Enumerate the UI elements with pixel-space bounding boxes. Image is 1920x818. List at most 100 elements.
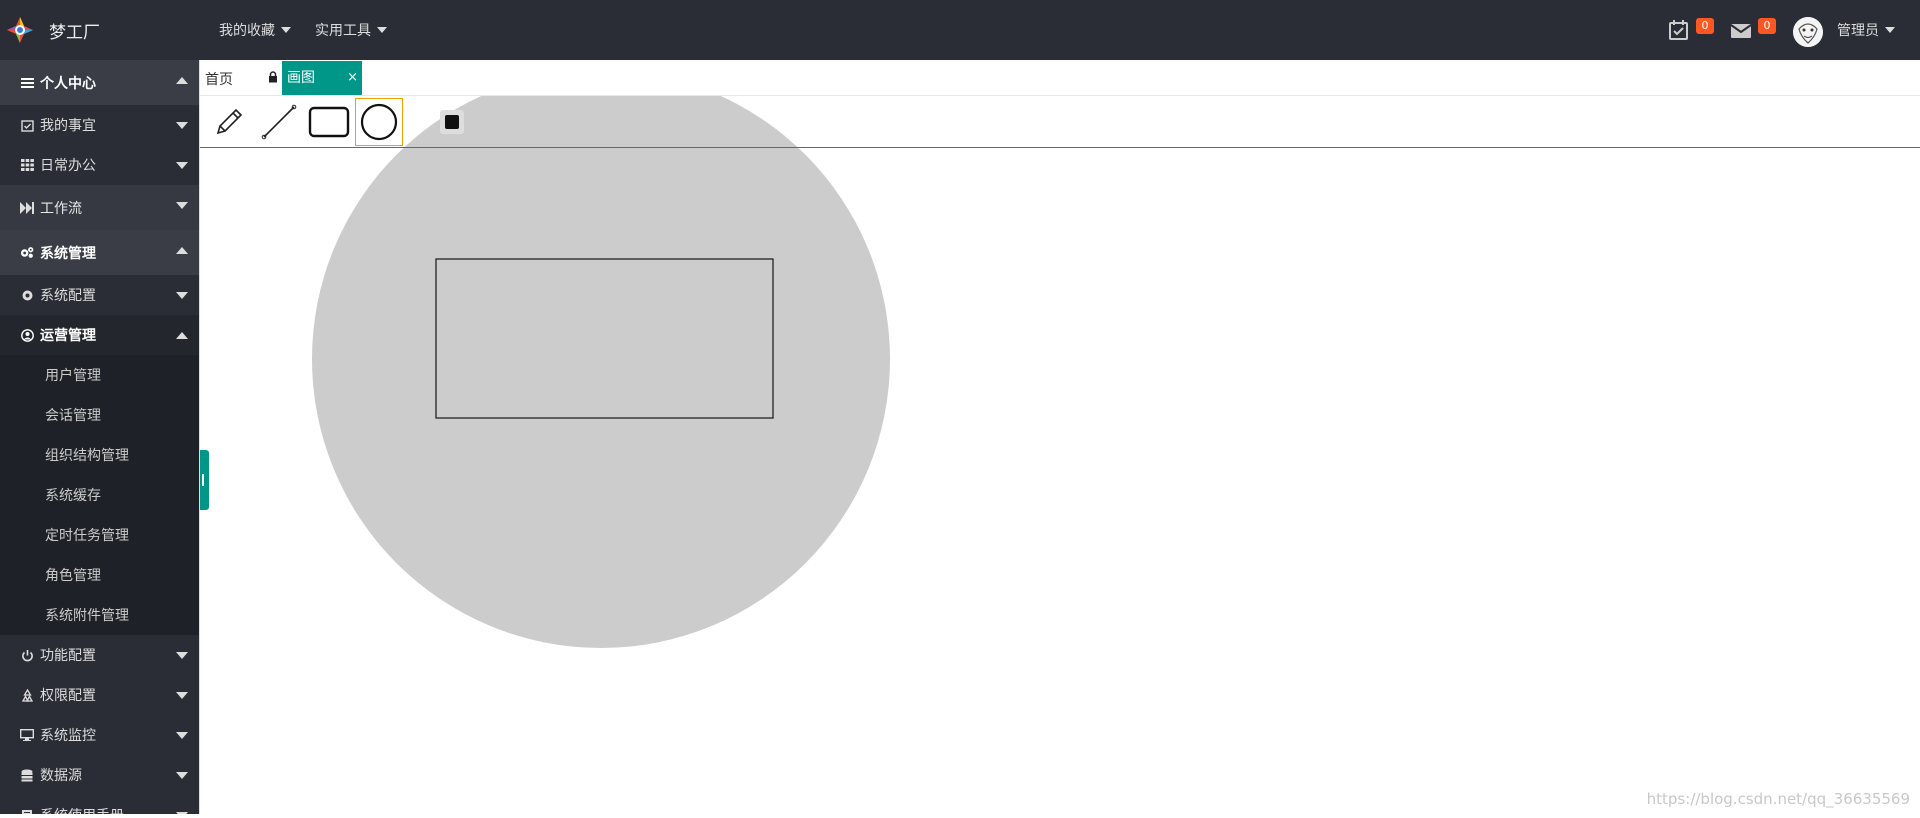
sidebar-item-label: 系统配置 [40,285,96,305]
user-circle-icon [20,328,34,342]
pencil-icon [212,105,246,139]
pencil-tool-button[interactable] [205,98,253,146]
rectangle-tool-button[interactable] [305,98,353,146]
sidebar-item-daily-office[interactable]: 日常办公 [0,145,200,185]
topnav-favorites-label: 我的收藏 [219,20,275,40]
sidebar-item-org-management[interactable]: 组织结构管理 [0,435,200,475]
avatar[interactable] [1793,17,1823,47]
top-header: 梦工厂 我的收藏 实用工具 0 0 管理员 [0,0,1920,60]
sidebar-item-datasource[interactable]: 数据源 [0,755,200,795]
sidebar-item-function-config[interactable]: 功能配置 [0,635,200,675]
tab-bar: 首页 画图 × [200,60,1920,96]
sidebar-item-session-management[interactable]: 会话管理 [0,395,200,435]
todo-badge: 0 [1696,18,1714,34]
circle-tool-button[interactable] [355,98,403,146]
sidebar-item-label: 日常办公 [40,155,96,175]
sidebar-item-label: 系统管理 [40,243,96,263]
sidebar-item-scheduled-tasks[interactable]: 定时任务管理 [0,515,200,555]
circle-icon [360,103,398,141]
sidebar-item-label: 系统缓存 [45,485,101,505]
sidebar-item-system-management[interactable]: 系统管理 [0,230,200,275]
recycle-icon [20,688,34,702]
sidebar-item-label: 个人中心 [40,73,96,93]
fast-forward-icon [20,201,34,215]
sidebar-item-role-management[interactable]: 角色管理 [0,555,200,595]
sidebar-item-label: 系统使用手册 [40,805,124,814]
chevron-down-icon [176,772,188,779]
drawn-circle [312,96,890,648]
chevron-up-icon [176,247,188,254]
chevron-down-icon [176,162,188,169]
sidebar-item-label: 运营管理 [40,325,96,345]
caret-down-icon [281,27,291,33]
sidebar-divider [199,60,200,814]
sidebar: 个人中心 我的事宜 日常办公 工作流 系统管理 系统配置 [0,60,200,814]
close-icon[interactable]: × [347,61,358,95]
book-icon [20,808,34,814]
topnav-tools-label: 实用工具 [315,20,371,40]
sidebar-item-system-config[interactable]: 系统配置 [0,275,200,315]
sidebar-item-attachment-management[interactable]: 系统附件管理 [0,595,200,635]
logo-icon[interactable] [6,16,34,44]
caret-down-icon [377,27,387,33]
line-tool-button[interactable] [255,98,303,146]
sidebar-item-label: 会话管理 [45,405,101,425]
database-icon [20,768,34,782]
tab-home[interactable]: 首页 [205,69,233,89]
gears-icon [20,246,34,260]
tab-drawing-label: 画图 [287,70,315,86]
sidebar-item-operations[interactable]: 运营管理 [0,315,200,355]
chevron-down-icon [176,202,188,209]
caret-down-icon [1885,27,1895,33]
user-name: 管理员 [1837,20,1879,40]
chevron-down-icon [176,652,188,659]
calendar-check-icon [20,118,34,132]
sidebar-item-my-affairs[interactable]: 我的事宜 [0,105,200,145]
watermark: https://blog.csdn.net/qq_36635569 [1647,790,1910,808]
sidebar-item-label: 数据源 [40,765,82,785]
chevron-up-icon [176,77,188,84]
chevron-down-icon [176,292,188,299]
sidebar-item-personal-center[interactable]: 个人中心 [0,60,200,105]
desktop-icon [20,728,34,742]
sidebar-item-label: 组织结构管理 [45,445,129,465]
sidebar-item-label: 工作流 [40,198,82,218]
avatar-image-icon [1793,17,1823,47]
sidebar-item-label: 定时任务管理 [45,525,129,545]
calendar-check-icon[interactable] [1667,18,1691,42]
chevron-down-icon [176,692,188,699]
sidebar-item-label: 用户管理 [45,365,101,385]
sidebar-item-user-management[interactable]: 用户管理 [0,355,200,395]
color-swatch [445,115,459,129]
brand-title: 梦工厂 [49,18,100,43]
bars-icon [20,76,34,90]
sidebar-item-label: 我的事宜 [40,115,96,135]
sidebar-item-user-manual[interactable]: 系统使用手册 [0,795,200,814]
drawing-canvas[interactable] [200,96,1920,814]
grid-icon [20,158,34,172]
sidebar-item-system-cache[interactable]: 系统缓存 [0,475,200,515]
sidebar-item-label: 系统监控 [40,725,96,745]
sidebar-item-workflow[interactable]: 工作流 [0,185,200,230]
sidebar-item-permission-config[interactable]: 权限配置 [0,675,200,715]
color-picker[interactable] [440,110,464,134]
chevron-down-icon [176,732,188,739]
lock-icon [268,71,278,83]
mail-badge: 0 [1758,18,1776,34]
chevron-down-icon [176,122,188,129]
sidebar-collapse-handle[interactable] [200,450,209,510]
chevron-up-icon [176,332,188,339]
topnav-favorites[interactable]: 我的收藏 [219,0,291,60]
user-menu[interactable]: 管理员 [1837,0,1895,60]
power-icon [20,648,34,662]
canvas-drawing [200,96,1920,814]
topnav-tools[interactable]: 实用工具 [315,0,387,60]
sidebar-item-label: 功能配置 [40,645,96,665]
sidebar-item-system-monitor[interactable]: 系统监控 [0,715,200,755]
mail-icon[interactable] [1729,18,1753,42]
gear-icon [20,288,34,302]
sidebar-item-label: 角色管理 [45,565,101,585]
tab-drawing[interactable]: 画图 × [282,61,362,95]
drawing-toolbar [200,97,1920,148]
rectangle-icon [308,105,350,139]
